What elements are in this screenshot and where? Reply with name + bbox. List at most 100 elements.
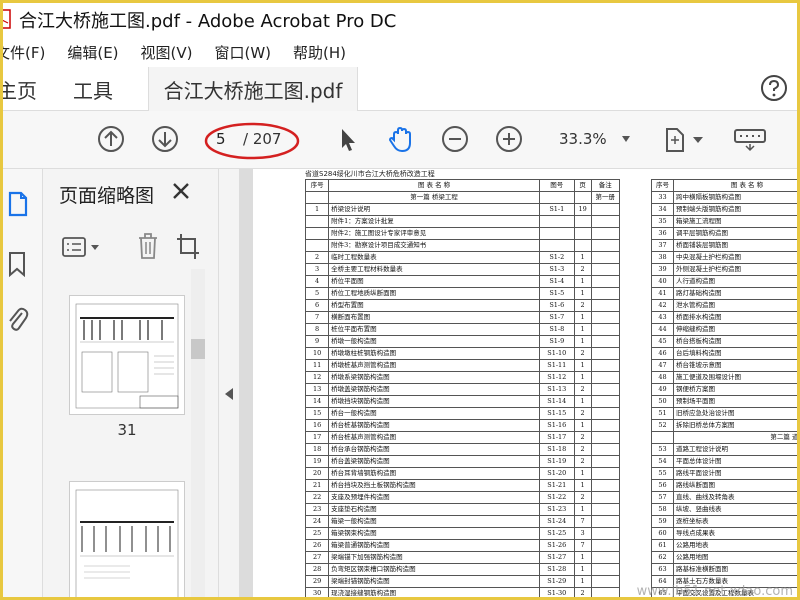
table-cell-note (590, 275, 621, 288)
table-row: 1 桥梁设计说明 S1-1 19 (304, 203, 621, 216)
zoom-out-icon[interactable] (439, 123, 471, 155)
table-row: 62 公路用地图 (651, 551, 797, 564)
menu-file[interactable]: 文件(F) (3, 42, 45, 63)
table-row: 18 桥台承台钢筋构造图 S1-18 2 (304, 443, 621, 456)
table-row: 28 负弯矩区钢束槽口钢筋构造图 S1-28 1 (304, 563, 621, 576)
table-cell-page: 1 (573, 323, 592, 336)
table-cell-code: S1-15 (538, 407, 575, 420)
table-row: 11 桥墩桩基声测管构造图 S1-11 1 (304, 359, 621, 372)
thumbnail-scrollbar[interactable] (191, 269, 205, 597)
table-header: 序号 图 表 名 称 (651, 179, 797, 192)
table-cell-code: S1-20 (538, 467, 575, 480)
bookmark-icon[interactable] (7, 251, 27, 277)
table-row: 29 梁端封锚钢筋构造图 S1-29 1 (304, 575, 621, 588)
table-row: 2 临时工程数量表 S1-2 1 (304, 251, 621, 264)
table-cell-name: 桥台桩基钢筋构造图 (328, 419, 540, 432)
table-cell-name: 桥墩一般构造图 (328, 335, 540, 348)
close-icon[interactable] (171, 181, 191, 201)
table-row: 45 桥台搭板构造图 (651, 335, 797, 348)
help-icon[interactable] (759, 73, 789, 103)
table-cell-name: 预制端头版钢筋构造图 (673, 203, 797, 216)
document-view[interactable]: 省道S284绥化川市合江大桥危桥改造工程 序号 图 表 名 称 图号 页 备注 … (239, 169, 797, 597)
table-cell-page: 2 (573, 491, 592, 504)
collapse-left-icon[interactable] (224, 387, 234, 401)
menu-bar: 文件(F) 编辑(E) 视图(V) 窗口(W) 帮助(H) (3, 37, 797, 67)
table-row: 58 纵坡、竖曲线表 (651, 503, 797, 516)
up-arrow-icon[interactable] (95, 123, 127, 155)
menu-help[interactable]: 帮助(H) (293, 42, 346, 63)
table-cell-no: 33 (651, 191, 674, 204)
page-thumbnail-31[interactable] (69, 295, 185, 415)
table-cell-code (538, 239, 575, 252)
table-cell-no: 63 (651, 563, 674, 576)
table-cell-note (590, 515, 621, 528)
table-cell-no: 17 (304, 431, 330, 444)
table-cell-no: 16 (304, 419, 330, 432)
delete-icon[interactable] (135, 231, 161, 261)
pdf-file-icon (3, 9, 11, 29)
acrobat-window: 合江大桥施工图.pdf - Adobe Acrobat Pro DC 文件(F)… (0, 0, 800, 600)
table-cell-name: 桥梁设计说明 (328, 203, 540, 216)
page-total: / 207 (243, 130, 282, 148)
attachment-icon[interactable] (5, 305, 29, 333)
table-row: 49 钢便桥方案图 (651, 383, 797, 396)
menu-window[interactable]: 窗口(W) (215, 42, 272, 63)
table-cell-name: 桥台耳背墙钢筋构造图 (328, 467, 540, 480)
table-cell-note (590, 563, 621, 576)
menu-edit[interactable]: 编辑(E) (67, 42, 118, 63)
table-cell-note (590, 299, 621, 312)
table-row: 36 调平层钢筋构造图 (651, 227, 797, 240)
table-cell-name: 梁端锚下加强钢筋构造图 (328, 551, 540, 564)
thumbnail-panel: 页面缩略图 31 (43, 169, 219, 597)
hand-tool-icon[interactable] (385, 123, 417, 155)
table-cell-no: 24 (304, 515, 330, 528)
table-cell-no: 62 (651, 551, 674, 564)
zoom-field[interactable]: 33.3% (559, 130, 607, 148)
pages-icon[interactable] (7, 191, 29, 217)
menu-view[interactable]: 视图(V) (141, 42, 193, 63)
drawing-index-table: 序号 图 表 名 称 图号 页 备注 第一篇 桥梁工程 第一册 1 桥梁设计说明 S… (304, 179, 621, 597)
select-cursor-icon[interactable] (331, 123, 363, 155)
page-fit-icon[interactable] (663, 123, 709, 155)
table-cell-page: 2 (573, 443, 592, 456)
table-row: 38 中央混凝土护栏构造图 (651, 251, 797, 264)
table-cell-code: S1-2 (538, 251, 575, 264)
table-cell-name: 箱梁钢束构造图 (328, 527, 540, 540)
table-cell-name: 桥面铺装层钢筋图 (673, 239, 797, 252)
table-cell-name: 第二篇 道路工程 (673, 431, 797, 444)
table-cell-no: 37 (651, 239, 674, 252)
down-arrow-icon[interactable] (149, 123, 181, 155)
table-cell-no: 22 (304, 491, 330, 504)
zoom-in-icon[interactable] (493, 123, 525, 155)
keyboard-icon[interactable] (731, 123, 771, 155)
table-cell-name: 桥台挡块及挡土板钢筋构造图 (328, 479, 540, 492)
table-cell-page: 1 (573, 563, 592, 576)
table-cell-name: 桥面排水构造图 (673, 311, 797, 324)
table-cell-no: 26 (304, 539, 330, 552)
tab-tools[interactable]: 工具 (73, 67, 113, 111)
table-cell-name: 调平层钢筋构造图 (673, 227, 797, 240)
table-cell-note (590, 227, 621, 240)
table-cell-code: S1-14 (538, 395, 575, 408)
table-row: 55 路线平面设计图 (651, 467, 797, 480)
table-cell-code: S1-6 (538, 299, 575, 312)
table-cell-page: 19 (573, 203, 592, 216)
page-thumbnail-32[interactable] (69, 481, 185, 597)
table-cell-no: 50 (651, 395, 674, 408)
table-row: 41 路灯基础构造图 (651, 287, 797, 300)
table-cell-no: 43 (651, 311, 674, 324)
panel-collapse-strip[interactable] (219, 169, 239, 597)
crop-icon[interactable] (177, 231, 201, 261)
scrollbar-thumb[interactable] (191, 339, 205, 359)
page-number-input[interactable]: 5 (216, 130, 242, 152)
table-cell-page: 1 (573, 395, 592, 408)
table-cell-no: 59 (651, 515, 674, 528)
table-cell-no: 47 (651, 359, 674, 372)
chevron-down-icon[interactable] (621, 135, 631, 143)
table-row: 39 外侧混凝土护栏构造图 (651, 263, 797, 276)
tab-home[interactable]: 主页 (3, 67, 45, 111)
thumbnail-options-icon[interactable] (61, 235, 107, 259)
tab-document[interactable]: 合江大桥施工图.pdf (148, 67, 358, 111)
table-cell-code: S1-24 (538, 515, 575, 528)
table-cell-code: S1-8 (538, 323, 575, 336)
